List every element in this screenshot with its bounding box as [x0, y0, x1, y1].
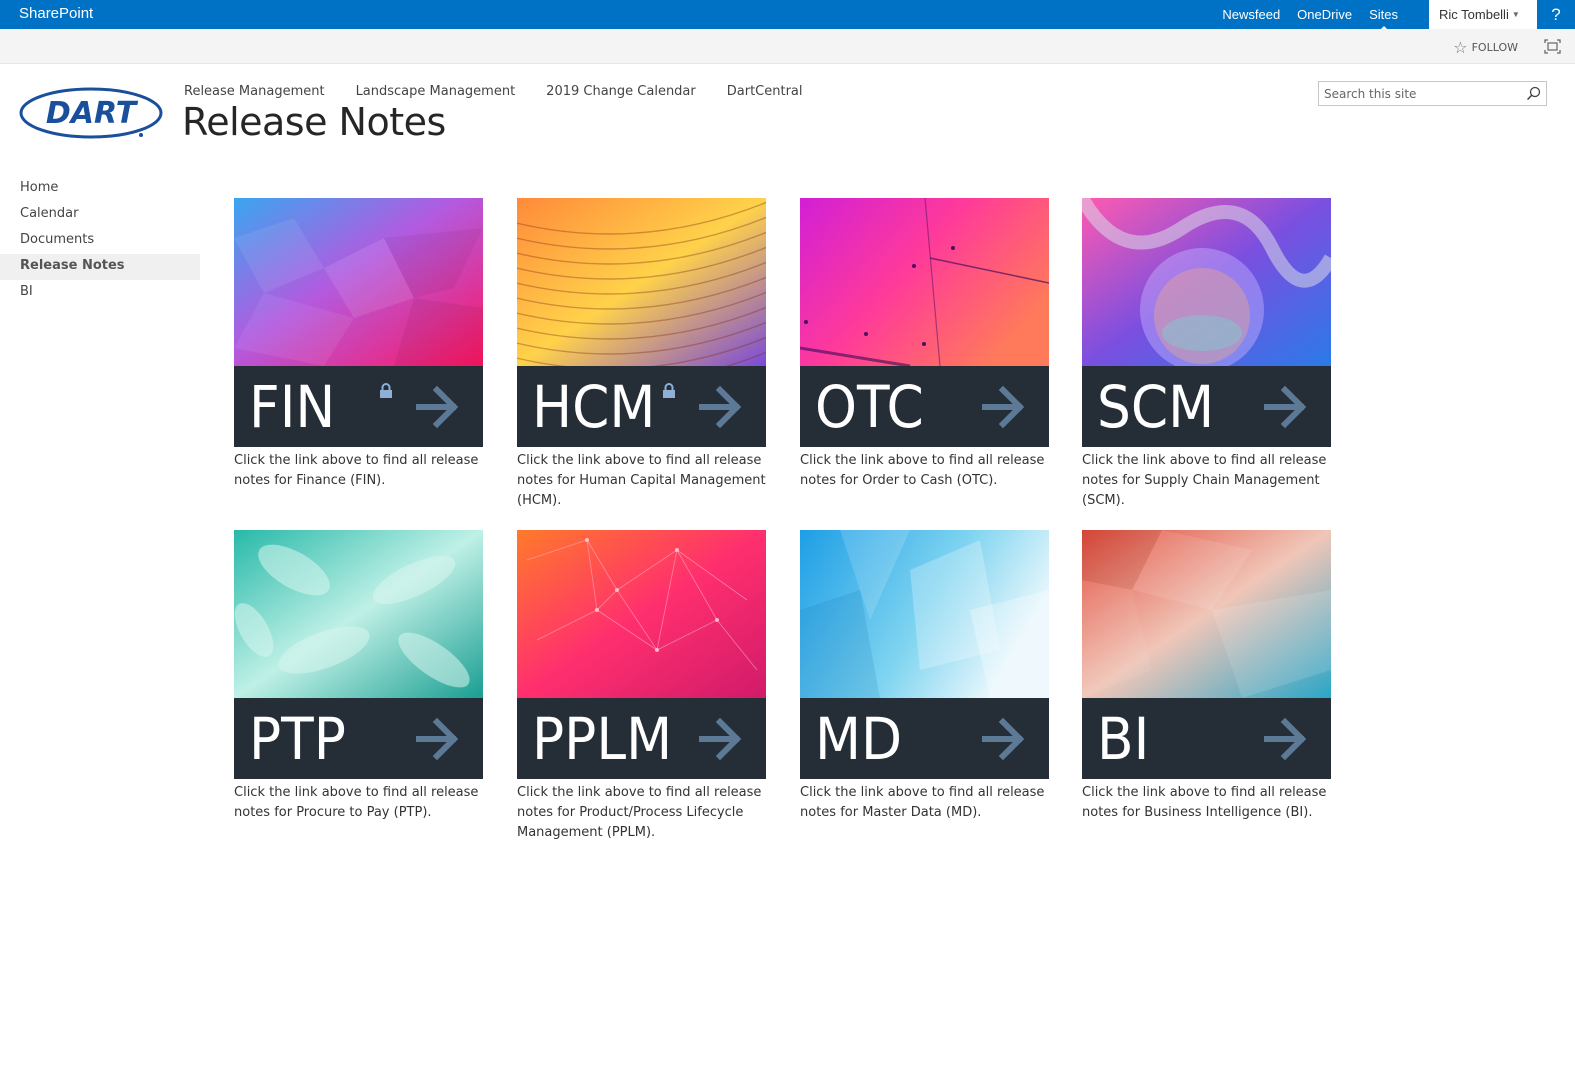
- md-tile-image[interactable]: [800, 530, 1049, 698]
- tile-otc: OTC Click the link above to find all rel…: [800, 198, 1049, 491]
- hcm-description: Click the link above to find all release…: [517, 453, 766, 508]
- bi-description: Click the link above to find all release…: [1082, 785, 1327, 820]
- tile-scm: SCM Click the link above to find all rel…: [1082, 198, 1331, 511]
- scm-label: SCM: [1097, 373, 1215, 441]
- hcm-link-band[interactable]: HCM: [517, 366, 766, 447]
- tile-bi: BI Click the link above to find all rele…: [1082, 530, 1331, 823]
- tile-hcm: HCM Click the link above to find all rel…: [517, 198, 766, 511]
- md-description: Click the link above to find all release…: [800, 785, 1045, 820]
- hcm-tile-image[interactable]: [517, 198, 766, 366]
- pplm-tile-image[interactable]: [517, 530, 766, 698]
- tile-md: MD Click the link above to find all rele…: [800, 530, 1049, 823]
- otc-tile-image[interactable]: [800, 198, 1049, 366]
- arrow-right-icon: [415, 384, 461, 430]
- bi-link-band[interactable]: BI: [1082, 698, 1331, 779]
- user-menu[interactable]: Ric Tombelli ▼: [1429, 0, 1537, 29]
- fin-tile-image[interactable]: [234, 198, 483, 366]
- ribbon-bar: ☆ FOLLOW: [0, 29, 1575, 64]
- md-label: MD: [815, 705, 903, 773]
- search-input[interactable]: [1319, 82, 1519, 105]
- sites-link[interactable]: Sites: [1369, 7, 1398, 30]
- onedrive-link[interactable]: OneDrive: [1297, 7, 1352, 22]
- leftnav-calendar[interactable]: Calendar: [0, 202, 200, 228]
- page-title[interactable]: Release Notes: [182, 100, 446, 144]
- leftnav-bi[interactable]: BI: [0, 280, 200, 306]
- bi-tile-image[interactable]: [1082, 530, 1331, 698]
- arrow-right-icon: [1263, 716, 1309, 762]
- fin-label: FIN: [249, 373, 336, 441]
- ptp-link-band[interactable]: PTP: [234, 698, 483, 779]
- leftnav-release-notes[interactable]: Release Notes: [0, 254, 200, 280]
- lock-icon: [662, 383, 676, 399]
- quick-launch: Home Calendar Documents Release Notes BI: [0, 176, 200, 306]
- leftnav-documents[interactable]: Documents: [0, 228, 200, 254]
- arrow-right-icon: [415, 716, 461, 762]
- pplm-link-band[interactable]: PPLM: [517, 698, 766, 779]
- otc-link-band[interactable]: OTC: [800, 366, 1049, 447]
- topnav-change-calendar[interactable]: 2019 Change Calendar: [546, 84, 696, 99]
- star-icon: ☆: [1453, 38, 1468, 57]
- suite-links: Newsfeed OneDrive Sites Ric Tombelli ▼ ?: [1222, 0, 1575, 30]
- pplm-label: PPLM: [532, 705, 673, 773]
- otc-label: OTC: [815, 373, 924, 441]
- scm-link-band[interactable]: SCM: [1082, 366, 1331, 447]
- fin-link-band[interactable]: FIN: [234, 366, 483, 447]
- arrow-right-icon: [1263, 384, 1309, 430]
- ptp-description: Click the link above to find all release…: [234, 785, 479, 820]
- arrow-right-icon: [698, 384, 744, 430]
- ptp-label: PTP: [249, 705, 346, 773]
- fin-description: Click the link above to find all release…: [234, 453, 479, 488]
- topnav-release-management[interactable]: Release Management: [184, 84, 325, 99]
- chevron-down-icon: ▼: [1511, 10, 1520, 19]
- user-name: Ric Tombelli: [1439, 7, 1509, 22]
- tile-ptp: PTP Click the link above to find all rel…: [234, 530, 483, 823]
- follow-label: FOLLOW: [1471, 41, 1518, 54]
- follow-button[interactable]: ☆ FOLLOW: [1453, 38, 1518, 57]
- help-icon[interactable]: ?: [1537, 5, 1575, 25]
- lock-icon: [379, 383, 393, 399]
- newsfeed-link[interactable]: Newsfeed: [1222, 7, 1280, 22]
- ptp-tile-image[interactable]: [234, 530, 483, 698]
- arrow-right-icon: [981, 384, 1027, 430]
- pplm-description: Click the link above to find all release…: [517, 785, 762, 840]
- tile-fin: FIN Click the link above to find all rel…: [234, 198, 483, 491]
- hcm-label: HCM: [532, 373, 656, 441]
- md-link-band[interactable]: MD: [800, 698, 1049, 779]
- sharepoint-brand[interactable]: SharePoint: [19, 5, 93, 22]
- leftnav-home[interactable]: Home: [0, 176, 200, 202]
- top-nav: Release Management Landscape Management …: [184, 84, 834, 99]
- search-icon[interactable]: [1526, 86, 1541, 101]
- suite-bar: SharePoint Newsfeed OneDrive Sites Ric T…: [0, 0, 1575, 30]
- arrow-right-icon: [981, 716, 1027, 762]
- bi-label: BI: [1097, 705, 1150, 773]
- arrow-right-icon: [698, 716, 744, 762]
- focus-mode-icon[interactable]: [1544, 39, 1561, 54]
- search-box: [1318, 81, 1547, 106]
- logo-text: DART: [46, 96, 139, 131]
- scm-tile-image[interactable]: [1082, 198, 1331, 366]
- topnav-dartcentral[interactable]: DartCentral: [727, 84, 803, 99]
- tile-pplm: PPLM Click the link above to find all re…: [517, 530, 766, 843]
- dart-logo[interactable]: DART: [19, 86, 165, 140]
- scm-description: Click the link above to find all release…: [1082, 453, 1327, 508]
- topnav-landscape-management[interactable]: Landscape Management: [356, 84, 516, 99]
- otc-description: Click the link above to find all release…: [800, 453, 1045, 488]
